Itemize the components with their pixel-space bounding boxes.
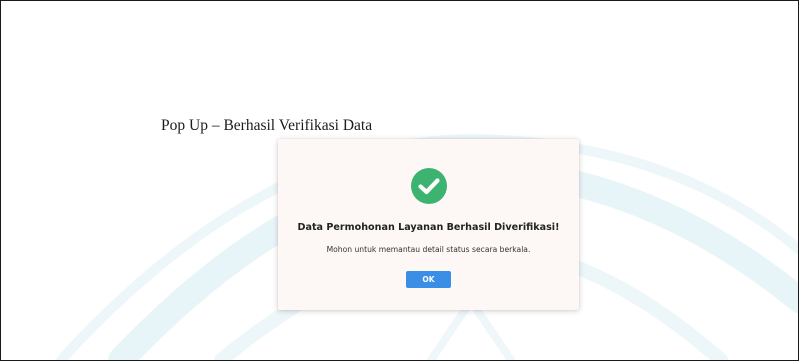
popup-title: Data Permohonan Layanan Berhasil Diverif… <box>297 222 560 233</box>
ok-button[interactable]: OK <box>406 271 451 288</box>
popup-message: Mohon untuk memantau detail status secar… <box>326 245 531 254</box>
screenshot-frame: Pop Up – Berhasil Verifikasi Data Data P… <box>0 0 799 361</box>
check-circle-icon <box>411 168 447 204</box>
success-popup: Data Permohonan Layanan Berhasil Diverif… <box>278 139 579 310</box>
page-caption: Pop Up – Berhasil Verifikasi Data <box>161 117 373 134</box>
